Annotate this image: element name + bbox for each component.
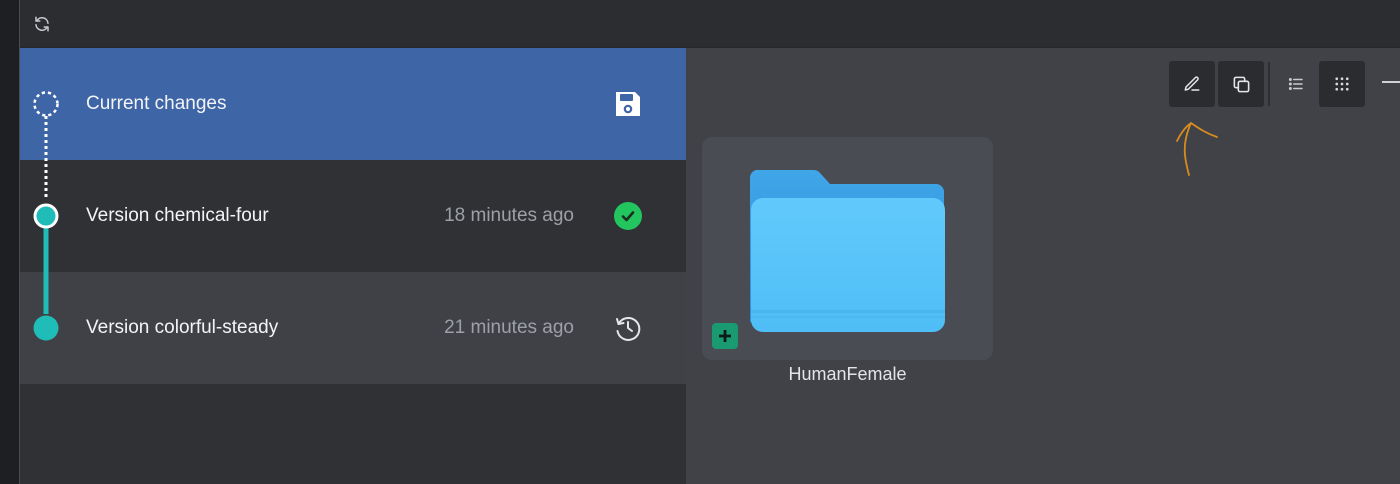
version-timestamp: 21 minutes ago (444, 317, 574, 338)
grid-view-button[interactable] (1319, 61, 1365, 107)
version-history-panel: Current changes Version chemical-four 18… (20, 48, 686, 484)
refresh-icon[interactable] (32, 14, 52, 34)
list-view-button[interactable] (1273, 61, 1319, 107)
toolbar-separator (1268, 62, 1270, 106)
add-badge[interactable] (712, 323, 738, 349)
content-area: HumanFemale (686, 48, 1400, 484)
left-edge-strip (0, 0, 20, 484)
zoom-slider-handle[interactable] (1382, 81, 1400, 83)
version-row[interactable]: Version colorful-steady 21 minutes ago (20, 272, 686, 384)
list-icon (1288, 78, 1303, 90)
save-icon[interactable] (612, 88, 644, 120)
edit-button[interactable] (1169, 61, 1215, 107)
folder-name: HumanFemale (788, 364, 907, 384)
restore-history-icon[interactable] (612, 312, 644, 344)
version-name: Current changes (86, 93, 227, 114)
top-toolbar (20, 0, 1400, 48)
copy-icon (1233, 76, 1249, 92)
folder-icon (750, 170, 945, 332)
duplicate-button[interactable] (1218, 61, 1264, 107)
grid-icon (1335, 77, 1349, 91)
edit-icon (1184, 76, 1200, 91)
version-timestamp: 18 minutes ago (444, 205, 574, 226)
check-circle-icon (612, 200, 644, 232)
folder-tile[interactable] (702, 137, 993, 360)
version-row[interactable]: Version chemical-four 18 minutes ago (20, 160, 686, 272)
version-name: Version colorful-steady (86, 317, 279, 338)
plus-icon (719, 330, 731, 342)
version-name: Version chemical-four (86, 205, 269, 226)
version-row-current[interactable]: Current changes (20, 48, 686, 160)
